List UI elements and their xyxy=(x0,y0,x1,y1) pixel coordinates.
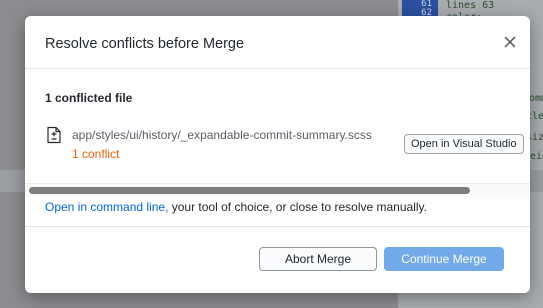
dialog-header: Resolve conflicts before Merge xyxy=(25,16,530,69)
dialog-title: Resolve conflicts before Merge xyxy=(45,36,245,52)
help-text-rest: your tool of choice, or close to resolve… xyxy=(168,200,427,214)
dialog-body: 1 conflicted file app/styles/ui/history/… xyxy=(25,69,530,197)
horizontal-scrollbar[interactable] xyxy=(25,183,530,197)
scrollbar-thumb[interactable] xyxy=(29,187,470,194)
open-in-editor-button[interactable]: Open in Visual Studio xyxy=(404,134,524,154)
gutter-line-number: 61 xyxy=(421,0,432,9)
continue-merge-button[interactable]: Continue Merge xyxy=(384,247,504,271)
abort-merge-button[interactable]: Abort Merge xyxy=(259,247,377,271)
conflicted-file-count: 1 conflicted file xyxy=(45,91,133,105)
open-command-line-link[interactable]: Open in command line, xyxy=(45,200,168,214)
resolve-conflicts-dialog: Resolve conflicts before Merge 1 conflic… xyxy=(25,16,530,293)
conflicted-file-path: app/styles/ui/history/_expandable-commit… xyxy=(72,128,372,142)
conflict-count-label: 1 conflict xyxy=(72,147,120,161)
file-diff-icon xyxy=(47,126,61,144)
close-icon[interactable] xyxy=(502,34,518,50)
footer-divider xyxy=(25,226,530,227)
background-code-line: lines 63 xyxy=(446,0,495,11)
resolve-help-text: Open in command line, your tool of choic… xyxy=(45,200,427,214)
